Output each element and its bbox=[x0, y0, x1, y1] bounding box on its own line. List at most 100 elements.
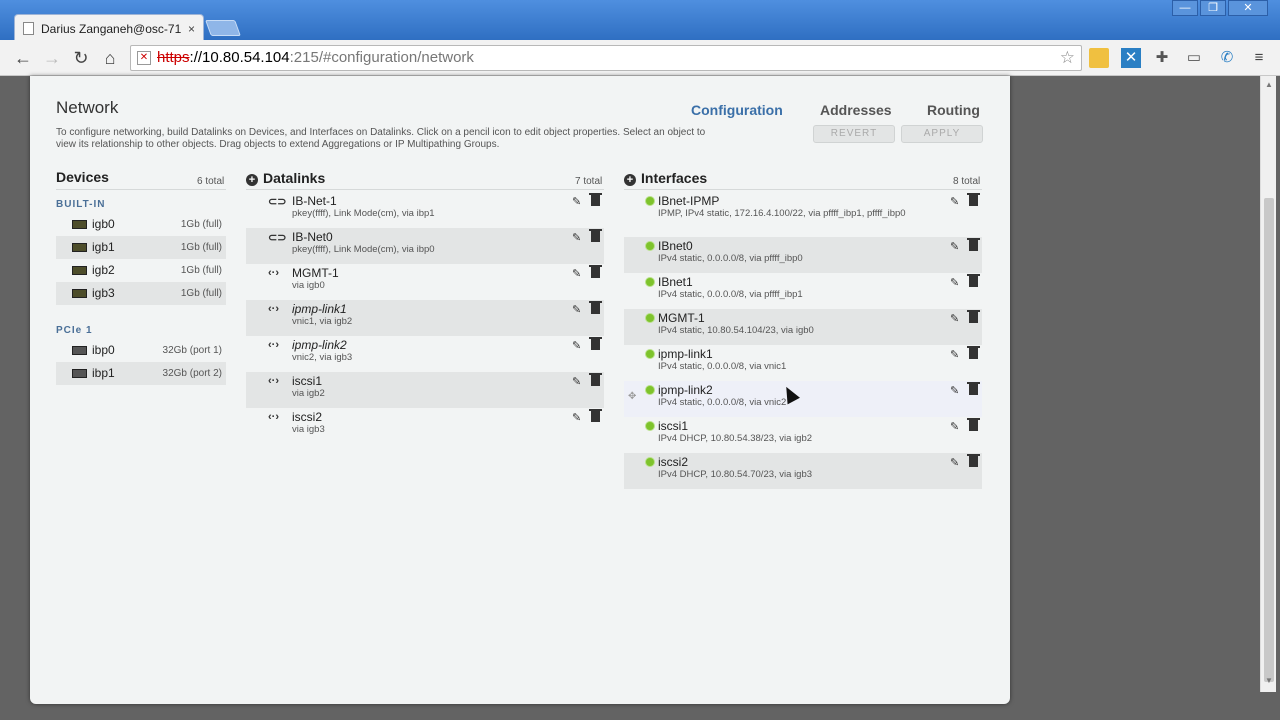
tab-title: Darius Zanganeh@osc-71 bbox=[41, 21, 182, 36]
pencil-icon[interactable]: ✎ bbox=[572, 267, 581, 280]
datalink-row[interactable]: ‹·› iscsi2 via igb3 ✎ bbox=[246, 408, 604, 444]
page-scrollbar[interactable]: ▲ ▼ bbox=[1260, 76, 1276, 692]
trash-icon[interactable] bbox=[967, 193, 980, 206]
revert-button[interactable]: REVERT bbox=[813, 125, 895, 143]
add-datalink-icon[interactable]: + bbox=[246, 174, 258, 186]
extension-puzzle-icon[interactable]: ✚ bbox=[1152, 48, 1172, 68]
device-row[interactable]: ibp0 32Gb (port 1) bbox=[56, 339, 226, 362]
tab-configuration[interactable]: Configuration bbox=[691, 102, 783, 118]
pencil-icon[interactable]: ✎ bbox=[950, 456, 959, 469]
scroll-thumb[interactable] bbox=[1264, 198, 1274, 682]
ib-card-icon bbox=[72, 369, 87, 378]
trash-icon[interactable] bbox=[589, 229, 602, 242]
trash-icon[interactable] bbox=[967, 346, 980, 359]
forward-icon[interactable]: → bbox=[42, 48, 62, 68]
pencil-icon[interactable]: ✎ bbox=[950, 276, 959, 289]
browser-tab[interactable]: Darius Zanganeh@osc-71 × bbox=[14, 14, 204, 42]
pencil-icon[interactable]: ✎ bbox=[950, 384, 959, 397]
datalink-row[interactable]: ‹·› iscsi1 via igb2 ✎ bbox=[246, 372, 604, 408]
tab-routing[interactable]: Routing bbox=[927, 102, 980, 118]
reload-icon[interactable]: ↻ bbox=[71, 48, 91, 68]
home-icon[interactable]: ⌂ bbox=[100, 48, 120, 68]
trash-icon[interactable] bbox=[589, 337, 602, 350]
trash-icon[interactable] bbox=[967, 454, 980, 467]
back-icon[interactable]: ← bbox=[13, 48, 33, 68]
pencil-icon[interactable]: ✎ bbox=[950, 348, 959, 361]
datalink-details: via igb3 bbox=[292, 424, 325, 435]
pencil-icon[interactable]: ✎ bbox=[572, 375, 581, 388]
interface-name: ipmp-link2 bbox=[658, 383, 713, 397]
drag-move-icon[interactable]: ✥ bbox=[628, 391, 636, 402]
interface-row[interactable]: ✥ ipmp-link2 IPv4 static, 0.0.0.0/8, via… bbox=[624, 381, 982, 417]
datalink-row[interactable]: ⊂⊃ IB-Net0 pkey(ffff), Link Mode(cm), vi… bbox=[246, 228, 604, 264]
interfaces-heading: + Interfaces bbox=[624, 170, 707, 186]
trash-icon[interactable] bbox=[967, 274, 980, 287]
interface-row[interactable]: IBnet1 IPv4 static, 0.0.0.0/8, via pffff… bbox=[624, 273, 982, 309]
trash-icon[interactable] bbox=[967, 382, 980, 395]
pencil-icon[interactable]: ✎ bbox=[950, 240, 959, 253]
pencil-icon[interactable]: ✎ bbox=[572, 303, 581, 316]
pencil-icon[interactable]: ✎ bbox=[950, 312, 959, 325]
interface-row[interactable]: MGMT-1 IPv4 static, 10.80.54.104/23, via… bbox=[624, 309, 982, 345]
trash-icon[interactable] bbox=[589, 301, 602, 314]
device-row[interactable]: ibp1 32Gb (port 2) bbox=[56, 362, 226, 385]
trash-icon[interactable] bbox=[589, 193, 602, 206]
pencil-icon[interactable]: ✎ bbox=[950, 195, 959, 208]
minimize-button[interactable]: — bbox=[1172, 0, 1198, 16]
pencil-icon[interactable]: ✎ bbox=[572, 195, 581, 208]
ib-link-icon: ⊂⊃ bbox=[268, 196, 287, 208]
add-interface-icon[interactable]: + bbox=[624, 174, 636, 186]
extension-x-icon[interactable]: ✕ bbox=[1121, 48, 1141, 68]
interface-row[interactable]: iscsi1 IPv4 DHCP, 10.80.54.38/23, via ig… bbox=[624, 417, 982, 453]
pencil-icon[interactable]: ✎ bbox=[950, 420, 959, 433]
interface-details: IPv4 static, 0.0.0.0/8, via pffff_ibp0 bbox=[658, 253, 803, 264]
insecure-lock-icon[interactable]: ✕ bbox=[137, 51, 151, 65]
maximize-button[interactable]: ❐ bbox=[1200, 0, 1226, 16]
tab-close-icon[interactable]: × bbox=[188, 22, 195, 36]
trash-icon[interactable] bbox=[967, 238, 980, 251]
datalink-row[interactable]: ‹·› ipmp-link1 vnic1, via igb2 ✎ bbox=[246, 300, 604, 336]
interface-row[interactable]: ipmp-link1 IPv4 static, 0.0.0.0/8, via v… bbox=[624, 345, 982, 381]
interface-details: IPMP, IPv4 static, 172.16.4.100/22, via … bbox=[658, 208, 906, 219]
device-row[interactable]: igb1 1Gb (full) bbox=[56, 236, 226, 259]
datalink-row[interactable]: ⊂⊃ IB-Net-1 pkey(ffff), Link Mode(cm), v… bbox=[246, 192, 604, 228]
trash-icon[interactable] bbox=[589, 373, 602, 386]
trash-icon[interactable] bbox=[589, 265, 602, 278]
address-bar[interactable]: ✕ https://10.80.54.104:215/#configuratio… bbox=[130, 45, 1082, 71]
interface-row[interactable]: IBnet-IPMP IPMP, IPv4 static, 172.16.4.1… bbox=[624, 192, 982, 237]
nic-icon bbox=[72, 266, 87, 275]
tab-addresses[interactable]: Addresses bbox=[820, 102, 892, 118]
interface-details: IPv4 static, 10.80.54.104/23, via igb0 bbox=[658, 325, 814, 336]
interface-row[interactable]: IBnet0 IPv4 static, 0.0.0.0/8, via pffff… bbox=[624, 237, 982, 273]
interface-details: IPv4 static, 0.0.0.0/8, via vnic1 bbox=[658, 361, 787, 372]
divider bbox=[246, 189, 604, 190]
pencil-icon[interactable]: ✎ bbox=[572, 231, 581, 244]
extension-phone-icon[interactable]: ✆ bbox=[1217, 48, 1237, 68]
device-row[interactable]: igb0 1Gb (full) bbox=[56, 213, 226, 236]
device-row[interactable]: igb2 1Gb (full) bbox=[56, 259, 226, 282]
menu-icon[interactable]: ≡ bbox=[1249, 48, 1269, 68]
datalink-name: MGMT-1 bbox=[292, 266, 339, 280]
pencil-icon[interactable]: ✎ bbox=[572, 411, 581, 424]
datalinks-heading: + Datalinks bbox=[246, 170, 325, 186]
datalink-name: ipmp-link2 bbox=[292, 338, 347, 352]
close-window-button[interactable]: ✕ bbox=[1228, 0, 1268, 16]
extension-screen-icon[interactable]: ▭ bbox=[1184, 48, 1204, 68]
datalink-row[interactable]: ‹·› ipmp-link2 vnic2, via igb3 ✎ bbox=[246, 336, 604, 372]
scroll-up-icon[interactable]: ▲ bbox=[1265, 80, 1273, 89]
device-row[interactable]: igb3 1Gb (full) bbox=[56, 282, 226, 305]
interface-row[interactable]: iscsi2 IPv4 DHCP, 10.80.54.70/23, via ig… bbox=[624, 453, 982, 489]
scroll-down-icon[interactable]: ▼ bbox=[1265, 676, 1273, 685]
trash-icon[interactable] bbox=[967, 310, 980, 323]
trash-icon[interactable] bbox=[589, 409, 602, 422]
ethernet-link-icon: ‹·› bbox=[268, 411, 279, 423]
trash-icon[interactable] bbox=[967, 418, 980, 431]
pencil-icon[interactable]: ✎ bbox=[572, 339, 581, 352]
page-description: To configure networking, build Datalinks… bbox=[56, 127, 706, 150]
apply-button[interactable]: APPLY bbox=[901, 125, 983, 143]
datalink-row[interactable]: ‹·› MGMT-1 via igb0 ✎ bbox=[246, 264, 604, 300]
bookmark-star-icon[interactable]: ☆ bbox=[1060, 46, 1075, 70]
device-speed: 1Gb (full) bbox=[180, 288, 222, 299]
new-tab-button[interactable] bbox=[205, 20, 241, 36]
extension-folder-icon[interactable] bbox=[1089, 48, 1109, 68]
